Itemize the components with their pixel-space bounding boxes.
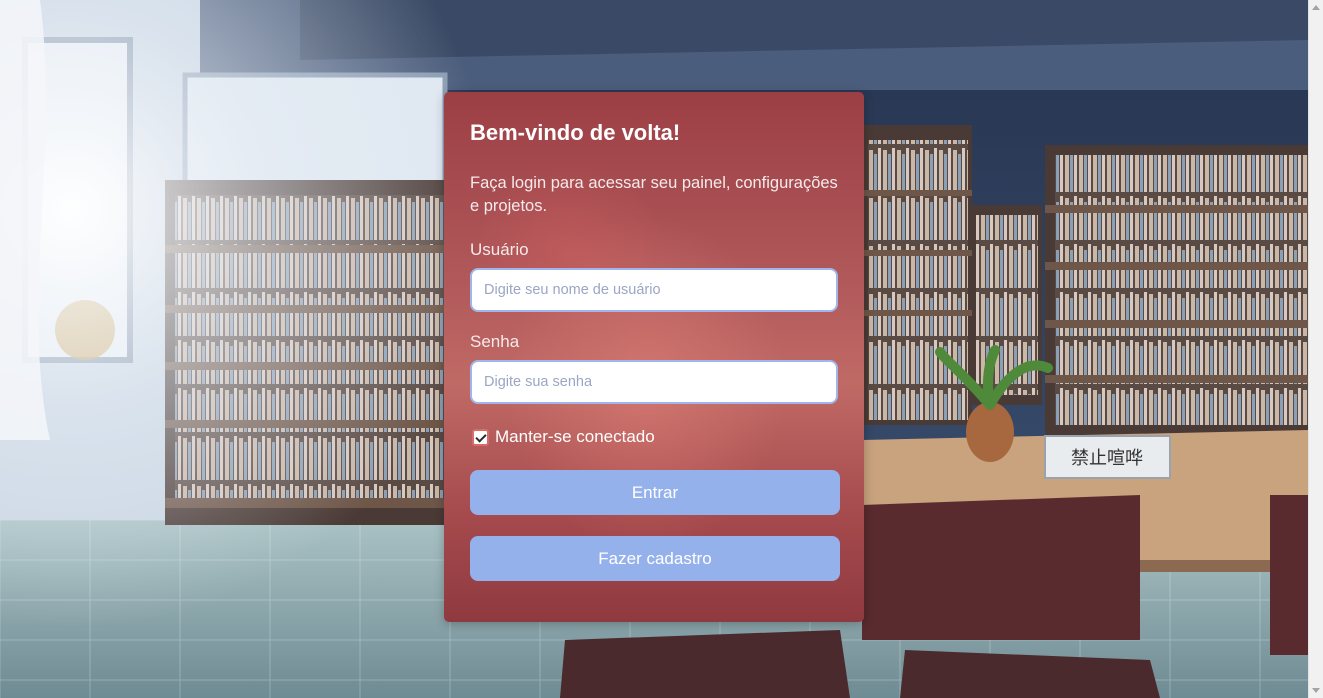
login-card: Bem-vindo de volta! Faça login para aces… xyxy=(444,92,864,622)
login-button[interactable]: Entrar xyxy=(470,470,840,515)
register-button[interactable]: Fazer cadastro xyxy=(470,536,840,581)
password-input[interactable] xyxy=(470,360,838,404)
login-title: Bem-vindo de volta! xyxy=(470,120,681,145)
remember-me[interactable]: Manter-se conectado xyxy=(470,426,655,448)
page-scrollbar[interactable] xyxy=(1308,0,1323,698)
sign-text: 禁止喧哗 xyxy=(1071,448,1143,469)
username-input[interactable] xyxy=(470,268,838,312)
username-label: Usuário xyxy=(470,240,529,259)
login-subtitle: Faça login para acessar seu painel, conf… xyxy=(470,174,838,215)
password-label: Senha xyxy=(470,332,520,351)
remember-checkbox[interactable] xyxy=(472,428,489,446)
remember-label[interactable]: Manter-se conectado xyxy=(495,427,655,447)
scroll-up-arrow-icon[interactable] xyxy=(1312,5,1320,10)
scroll-down-arrow-icon[interactable] xyxy=(1312,688,1320,693)
